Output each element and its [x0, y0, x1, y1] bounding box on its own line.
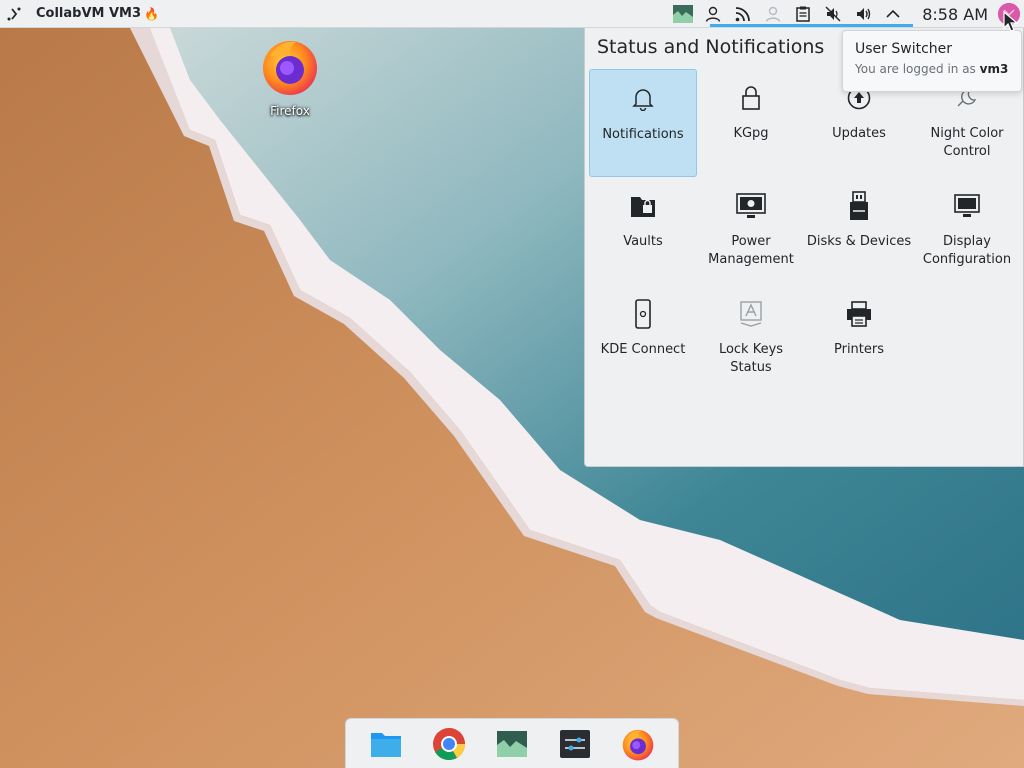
- status-item-kgpg[interactable]: KGpg: [697, 69, 805, 177]
- tray-active-indicator: [710, 24, 913, 27]
- system-monitor-tray-button[interactable]: [668, 0, 698, 28]
- bell-icon: [632, 89, 654, 111]
- dock-chrome[interactable]: [429, 724, 469, 764]
- expand-arrow-icon: [886, 9, 900, 18]
- status-item-label: Disks & Devices: [806, 234, 912, 249]
- printer-icon: [847, 301, 871, 327]
- launcher-icon: [7, 7, 21, 20]
- status-item-label: Printers: [833, 342, 885, 357]
- popup-title: Status and Notifications: [597, 36, 825, 58]
- volume-icon: [857, 8, 871, 20]
- firefox-desktop-label: Firefox: [270, 104, 310, 118]
- firefox-icon: [263, 41, 317, 95]
- application-launcher-button[interactable]: [0, 0, 28, 28]
- status-item-label: KGpg: [733, 126, 769, 141]
- status-notifications-popup: Status and Notifications Notifications K…: [584, 28, 1024, 467]
- volume-muted-icon: [825, 6, 841, 22]
- phone-icon: [635, 299, 651, 329]
- tooltip-username: vm3: [979, 62, 1009, 76]
- status-item-label: Night Color Control: [930, 126, 1004, 159]
- disks-icon: [850, 191, 868, 220]
- power-management-icon: [736, 193, 766, 218]
- status-item-kde-connect[interactable]: KDE Connect: [589, 285, 697, 393]
- clipboard-icon: [796, 6, 810, 22]
- user-faded-icon: [766, 6, 781, 22]
- vault-icon: [631, 197, 655, 217]
- status-item-display-configuration[interactable]: Display Configuration: [913, 177, 1021, 285]
- dock-file-manager[interactable]: [366, 724, 406, 764]
- settings-icon: [560, 729, 591, 758]
- dock-system-settings[interactable]: [555, 724, 595, 764]
- status-item-disks-devices[interactable]: Disks & Devices: [805, 177, 913, 285]
- status-item-printers[interactable]: Printers: [805, 285, 913, 393]
- status-item-label: Display Configuration: [922, 234, 1012, 267]
- mouse-cursor-icon: [1003, 11, 1019, 32]
- status-item-lock-keys[interactable]: Lock Keys Status: [697, 285, 805, 393]
- task-manager-dock: [345, 718, 679, 768]
- dock-system-monitor[interactable]: [492, 724, 532, 764]
- status-item-label: Notifications: [602, 127, 684, 142]
- status-item-notifications[interactable]: Notifications: [589, 69, 697, 177]
- display-icon: [954, 194, 980, 217]
- lock-icon: [742, 86, 760, 110]
- network-icon: [735, 7, 751, 22]
- system-monitor-icon: [673, 5, 694, 23]
- firefox-desktop-shortcut[interactable]: Firefox: [256, 36, 324, 118]
- clock[interactable]: 8:58 AM: [922, 5, 988, 24]
- app-title[interactable]: CollabVM VM3: [36, 6, 141, 21]
- user-switcher-tooltip: User Switcher You are logged in as vm3: [842, 30, 1022, 92]
- status-item-label: Updates: [832, 126, 886, 141]
- dock-firefox[interactable]: [618, 724, 658, 764]
- firefox-icon: [623, 729, 654, 760]
- tooltip-body-text: You are logged in as: [855, 62, 980, 76]
- fire-icon: 🔥: [144, 6, 159, 21]
- status-item-power-management[interactable]: Power Management: [697, 177, 805, 285]
- status-item-vaults[interactable]: Vaults: [589, 177, 697, 285]
- status-item-label: KDE Connect: [600, 342, 686, 357]
- status-item-label: Lock Keys Status: [718, 342, 784, 375]
- tooltip-body: You are logged in as vm3: [855, 62, 1009, 76]
- top-panel: CollabVM VM3 🔥 8:58 AM: [0, 0, 1024, 28]
- status-item-label: Power Management: [708, 234, 794, 267]
- lock-keys-icon: [740, 301, 762, 327]
- system-monitor-icon: [496, 730, 527, 757]
- tooltip-title: User Switcher: [855, 41, 953, 57]
- folder-icon: [370, 732, 401, 757]
- chrome-icon: [432, 727, 465, 760]
- status-item-label: Vaults: [623, 234, 663, 249]
- user-icon: [706, 6, 721, 22]
